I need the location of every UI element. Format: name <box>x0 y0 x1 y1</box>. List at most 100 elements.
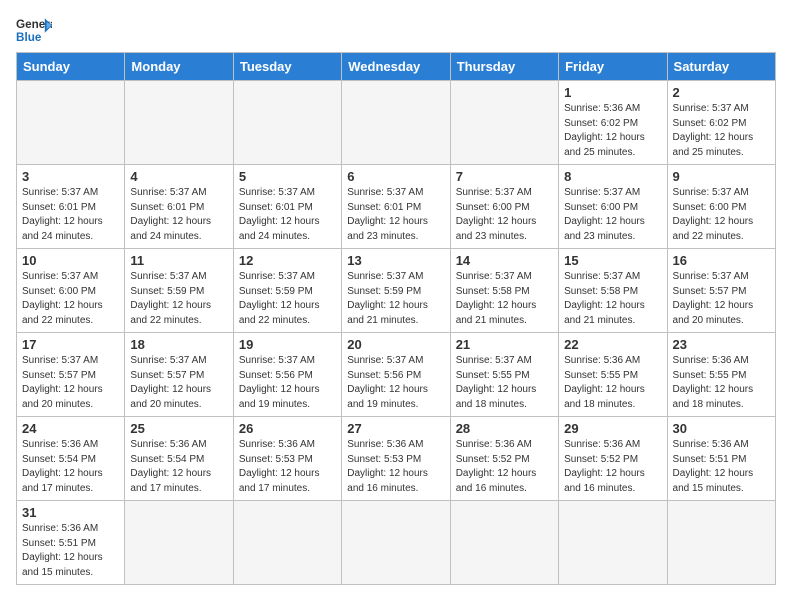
day-number: 14 <box>456 253 553 268</box>
day-number: 26 <box>239 421 336 436</box>
calendar-header-row: SundayMondayTuesdayWednesdayThursdayFrid… <box>17 53 776 81</box>
calendar-cell: 9Sunrise: 5:37 AM Sunset: 6:00 PM Daylig… <box>667 165 775 249</box>
day-number: 21 <box>456 337 553 352</box>
day-info: Sunrise: 5:37 AM Sunset: 5:59 PM Dayligh… <box>239 270 336 328</box>
calendar-cell <box>233 81 341 165</box>
day-number: 12 <box>239 253 336 268</box>
day-number: 11 <box>130 253 227 268</box>
calendar-cell: 27Sunrise: 5:36 AM Sunset: 5:53 PM Dayli… <box>342 417 450 501</box>
calendar-cell <box>450 501 558 585</box>
calendar-header-monday: Monday <box>125 53 233 81</box>
day-info: Sunrise: 5:37 AM Sunset: 5:56 PM Dayligh… <box>239 354 336 412</box>
day-number: 19 <box>239 337 336 352</box>
calendar-cell: 15 Sunrise: 5:37 AM Sunset: 5:58 PM Dayli… <box>559 249 667 333</box>
calendar-cell: 31 Sunrise: 5:36 AM Sunset: 5:51 PM Dayli… <box>17 501 125 585</box>
day-number: 16 <box>673 253 770 268</box>
calendar-cell: 28Sunrise: 5:36 AM Sunset: 5:52 PM Dayli… <box>450 417 558 501</box>
day-info: Sunrise: 5:37 AM Sunset: 5:59 PM Dayligh… <box>347 270 444 328</box>
day-number: 24 <box>22 421 119 436</box>
day-info: Sunrise: 5:36 AM Sunset: 6:02 PM Dayligh… <box>564 102 661 160</box>
day-info: Sunrise: 5:37 AM Sunset: 6:01 PM Dayligh… <box>22 186 119 244</box>
calendar-header-sunday: Sunday <box>17 53 125 81</box>
calendar-cell <box>125 81 233 165</box>
title-area <box>52 16 776 18</box>
calendar-cell <box>17 81 125 165</box>
day-info: Sunrise: 5:36 AM Sunset: 5:54 PM Dayligh… <box>22 438 119 496</box>
day-number: 4 <box>130 169 227 184</box>
day-info: Sunrise: 5:36 AM Sunset: 5:52 PM Dayligh… <box>564 438 661 496</box>
calendar-cell: 1 Sunrise: 5:36 AM Sunset: 6:02 PM Daylig… <box>559 81 667 165</box>
day-info: Sunrise: 5:37 AM Sunset: 5:56 PM Dayligh… <box>347 354 444 412</box>
calendar-cell: 6Sunrise: 5:37 AM Sunset: 6:01 PM Daylig… <box>342 165 450 249</box>
day-info: Sunrise: 5:36 AM Sunset: 5:55 PM Dayligh… <box>673 354 770 412</box>
header: General Blue <box>16 16 776 44</box>
logo: General Blue <box>16 16 52 44</box>
calendar-cell: 30 Sunrise: 5:36 AM Sunset: 5:51 PM Dayli… <box>667 417 775 501</box>
calendar-cell <box>342 501 450 585</box>
calendar-cell: 14Sunrise: 5:37 AM Sunset: 5:58 PM Dayli… <box>450 249 558 333</box>
calendar-week-row: 3 Sunrise: 5:37 AM Sunset: 6:01 PM Daylig… <box>17 165 776 249</box>
calendar-cell <box>450 81 558 165</box>
calendar-cell: 3 Sunrise: 5:37 AM Sunset: 6:01 PM Daylig… <box>17 165 125 249</box>
calendar-header-tuesday: Tuesday <box>233 53 341 81</box>
calendar-week-row: 24 Sunrise: 5:36 AM Sunset: 5:54 PM Dayli… <box>17 417 776 501</box>
day-number: 7 <box>456 169 553 184</box>
day-number: 23 <box>673 337 770 352</box>
day-info: Sunrise: 5:37 AM Sunset: 5:58 PM Dayligh… <box>564 270 661 328</box>
day-number: 15 <box>564 253 661 268</box>
calendar-cell: 22 Sunrise: 5:36 AM Sunset: 5:55 PM Dayli… <box>559 333 667 417</box>
day-number: 13 <box>347 253 444 268</box>
day-info: Sunrise: 5:37 AM Sunset: 6:01 PM Dayligh… <box>239 186 336 244</box>
day-number: 22 <box>564 337 661 352</box>
day-number: 3 <box>22 169 119 184</box>
calendar-week-row: 17 Sunrise: 5:37 AM Sunset: 5:57 PM Dayli… <box>17 333 776 417</box>
svg-text:Blue: Blue <box>16 31 42 44</box>
day-number: 29 <box>564 421 661 436</box>
calendar-cell: 12 Sunrise: 5:37 AM Sunset: 5:59 PM Dayli… <box>233 249 341 333</box>
day-number: 5 <box>239 169 336 184</box>
day-number: 25 <box>130 421 227 436</box>
calendar-cell: 23 Sunrise: 5:36 AM Sunset: 5:55 PM Dayli… <box>667 333 775 417</box>
day-info: Sunrise: 5:37 AM Sunset: 5:59 PM Dayligh… <box>130 270 227 328</box>
calendar-cell: 8Sunrise: 5:37 AM Sunset: 6:00 PM Daylig… <box>559 165 667 249</box>
calendar-header-saturday: Saturday <box>667 53 775 81</box>
calendar-cell: 18 Sunrise: 5:37 AM Sunset: 5:57 PM Dayli… <box>125 333 233 417</box>
calendar-header-friday: Friday <box>559 53 667 81</box>
calendar-cell: 20Sunrise: 5:37 AM Sunset: 5:56 PM Dayli… <box>342 333 450 417</box>
calendar-cell <box>233 501 341 585</box>
day-number: 28 <box>456 421 553 436</box>
calendar-cell: 4 Sunrise: 5:37 AM Sunset: 6:01 PM Daylig… <box>125 165 233 249</box>
day-info: Sunrise: 5:37 AM Sunset: 5:55 PM Dayligh… <box>456 354 553 412</box>
calendar-cell <box>667 501 775 585</box>
day-number: 2 <box>673 85 770 100</box>
calendar-cell: 21 Sunrise: 5:37 AM Sunset: 5:55 PM Dayli… <box>450 333 558 417</box>
day-number: 18 <box>130 337 227 352</box>
day-info: Sunrise: 5:37 AM Sunset: 6:01 PM Dayligh… <box>347 186 444 244</box>
calendar-cell: 13 Sunrise: 5:37 AM Sunset: 5:59 PM Dayli… <box>342 249 450 333</box>
calendar-week-row: 31 Sunrise: 5:36 AM Sunset: 5:51 PM Dayli… <box>17 501 776 585</box>
day-number: 27 <box>347 421 444 436</box>
day-number: 8 <box>564 169 661 184</box>
calendar-cell: 29 Sunrise: 5:36 AM Sunset: 5:52 PM Dayli… <box>559 417 667 501</box>
day-number: 1 <box>564 85 661 100</box>
day-info: Sunrise: 5:36 AM Sunset: 5:53 PM Dayligh… <box>239 438 336 496</box>
calendar-cell: 2Sunrise: 5:37 AM Sunset: 6:02 PM Daylig… <box>667 81 775 165</box>
calendar-cell: 25 Sunrise: 5:36 AM Sunset: 5:54 PM Dayli… <box>125 417 233 501</box>
calendar-cell: 16Sunrise: 5:37 AM Sunset: 5:57 PM Dayli… <box>667 249 775 333</box>
calendar-table: SundayMondayTuesdayWednesdayThursdayFrid… <box>16 52 776 585</box>
calendar-cell: 7 Sunrise: 5:37 AM Sunset: 6:00 PM Daylig… <box>450 165 558 249</box>
day-info: Sunrise: 5:36 AM Sunset: 5:51 PM Dayligh… <box>673 438 770 496</box>
day-info: Sunrise: 5:37 AM Sunset: 6:00 PM Dayligh… <box>456 186 553 244</box>
day-number: 31 <box>22 505 119 520</box>
calendar-cell: 10Sunrise: 5:37 AM Sunset: 6:00 PM Dayli… <box>17 249 125 333</box>
calendar-header-wednesday: Wednesday <box>342 53 450 81</box>
day-info: Sunrise: 5:36 AM Sunset: 5:51 PM Dayligh… <box>22 522 119 580</box>
day-number: 30 <box>673 421 770 436</box>
day-info: Sunrise: 5:37 AM Sunset: 5:57 PM Dayligh… <box>22 354 119 412</box>
day-info: Sunrise: 5:36 AM Sunset: 5:55 PM Dayligh… <box>564 354 661 412</box>
day-info: Sunrise: 5:37 AM Sunset: 5:57 PM Dayligh… <box>130 354 227 412</box>
day-info: Sunrise: 5:37 AM Sunset: 6:01 PM Dayligh… <box>130 186 227 244</box>
calendar-cell: 19 Sunrise: 5:37 AM Sunset: 5:56 PM Dayli… <box>233 333 341 417</box>
day-number: 17 <box>22 337 119 352</box>
day-info: Sunrise: 5:36 AM Sunset: 5:54 PM Dayligh… <box>130 438 227 496</box>
